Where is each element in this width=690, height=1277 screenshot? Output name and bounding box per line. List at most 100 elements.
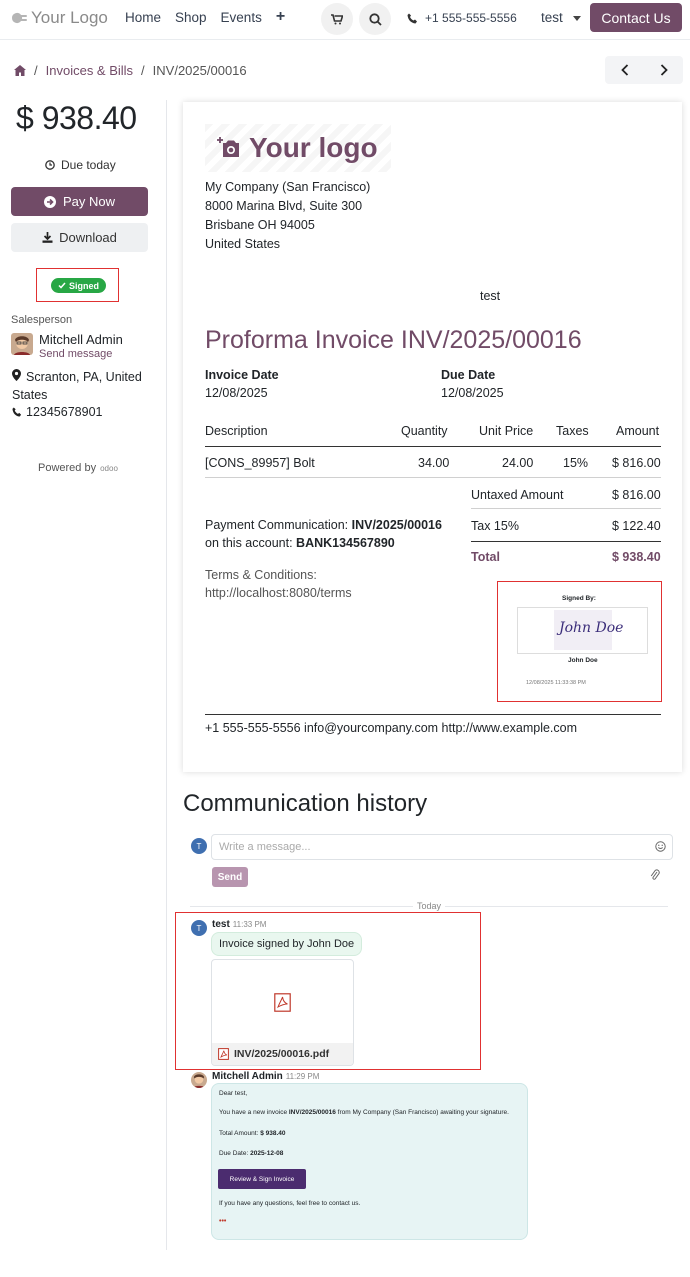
site-logo[interactable]: Your Logo	[10, 8, 108, 28]
invoice-footer: +1 555-555-5556 info@yourcompany.com htt…	[205, 721, 578, 735]
breadcrumb-separator: /	[34, 63, 38, 78]
author-name: Mitchell Admin	[212, 1071, 283, 1082]
tax-value: $ 122.40	[612, 519, 661, 533]
breadcrumb-separator: /	[141, 63, 145, 78]
review-sign-button[interactable]: Review & Sign Invoice	[218, 1169, 306, 1189]
check-icon	[58, 282, 66, 289]
powered-by: Powered by odoo	[38, 462, 118, 474]
breadcrumb-invoices[interactable]: Invoices & Bills	[46, 63, 133, 78]
signed-badge: Signed	[51, 278, 107, 293]
email-total: Total Amount: $ 938.40	[219, 1130, 286, 1137]
due-text: Due today	[61, 158, 116, 172]
pay-now-label: Pay Now	[62, 194, 116, 209]
nav-link-shop[interactable]: Shop	[175, 10, 207, 26]
company-country: United States	[205, 237, 281, 251]
email-line-1: You have a new invoice INV/2025/00016 fr…	[219, 1109, 509, 1116]
email-greeting: Dear test,	[219, 1090, 248, 1097]
due-date: 12/08/2025	[441, 386, 504, 400]
salesperson-avatar	[11, 333, 33, 355]
paperclip-icon[interactable]	[650, 869, 660, 881]
customer-name: test	[480, 289, 501, 303]
subtotal-divider	[471, 508, 661, 509]
pay-now-button[interactable]: Pay Now	[11, 187, 148, 216]
user-name: test	[541, 10, 563, 25]
column-taxes: Taxes	[556, 424, 589, 438]
due-status: Due today	[45, 158, 116, 172]
send-button[interactable]: Send	[212, 867, 248, 887]
breadcrumb-current: INV/2025/00016	[152, 63, 247, 78]
send-message-link[interactable]: Send message	[39, 348, 112, 360]
home-icon[interactable]	[14, 65, 26, 76]
odoo-brand[interactable]: odoo	[100, 464, 118, 473]
cart-button[interactable]	[321, 3, 353, 35]
tax-label: Tax 15%	[471, 519, 519, 533]
email-total-label: Total Amount:	[219, 1130, 259, 1137]
company-street: 8000 Marina Blvd, Suite 300	[205, 199, 363, 213]
previous-button[interactable]	[605, 56, 644, 84]
column-description: Description	[205, 424, 268, 438]
contact-us-button[interactable]: Contact Us	[590, 3, 682, 32]
terms-link[interactable]: http://localhost:8080/terms	[205, 584, 352, 602]
signed-badge-label: Signed	[69, 280, 100, 291]
untaxed-label: Untaxed Amount	[471, 488, 564, 502]
message-author: Mitchell Admin 11:29 PM	[212, 1071, 319, 1082]
email-line-prefix: You have a new invoice	[219, 1109, 288, 1116]
phone-text: 12345678901	[26, 405, 103, 419]
download-button[interactable]: Download	[11, 223, 148, 252]
salesperson-label: Salesperson	[11, 314, 73, 326]
phone-icon	[407, 13, 417, 23]
download-label: Download	[59, 230, 117, 245]
map-marker-icon	[12, 369, 21, 381]
search-icon	[368, 12, 382, 26]
message-time: 11:29 PM	[285, 1072, 320, 1081]
total-label: Total	[471, 550, 500, 564]
total-value: $ 938.40	[612, 550, 661, 564]
chevron-right-icon	[660, 64, 668, 76]
email-invoice-ref: INV/2025/00016	[288, 1109, 336, 1116]
highlight-box	[497, 581, 662, 702]
phone-number: +1 555-555-5556	[425, 11, 517, 25]
column-amount: Amount	[616, 424, 660, 438]
invoice-date: 12/08/2025	[205, 386, 268, 400]
sidebar-divider	[166, 100, 167, 1250]
column-quantity: Quantity	[401, 424, 448, 438]
header-divider	[205, 446, 661, 447]
phone-icon	[12, 407, 22, 417]
powered-by-label: Powered by	[38, 462, 97, 474]
highlight-box	[175, 912, 481, 1070]
logo-text: Your Logo	[31, 8, 108, 27]
nav-link-events[interactable]: Events	[221, 10, 262, 26]
company-city: Brisbane OH 94005	[205, 218, 315, 232]
nav-phone[interactable]: +1 555-555-5556	[407, 11, 517, 25]
address-text: Scranton, PA, United States	[12, 370, 142, 402]
bank-account: BANK134567890	[296, 536, 395, 550]
user-menu[interactable]: test	[541, 10, 581, 25]
nav-link-home[interactable]: Home	[125, 10, 161, 26]
line-description: [CONS_89957] Bolt	[205, 456, 315, 470]
record-pager	[605, 56, 683, 84]
arrow-circle-right-icon	[43, 195, 56, 208]
search-button[interactable]	[359, 3, 391, 35]
caret-down-icon	[572, 15, 581, 21]
top-navbar: Your Logo Home Shop Events + +1 555-555-…	[0, 0, 690, 40]
message-input[interactable]: Write a message...	[211, 834, 673, 860]
salesperson-address: Scranton, PA, United States	[12, 368, 162, 404]
add-page-icon[interactable]: +	[276, 8, 285, 26]
chevron-left-icon	[620, 64, 628, 76]
terms-conditions: Terms & Conditions: http://localhost:808…	[205, 566, 352, 602]
breadcrumb: / Invoices & Bills / INV/2025/00016	[14, 63, 247, 78]
invoice-title: Proforma Invoice INV/2025/00016	[205, 326, 582, 354]
company-name: My Company (San Francisco)	[205, 180, 371, 194]
amount-due: $ 938.40	[16, 100, 137, 136]
salesperson-phone: 12345678901	[12, 405, 102, 419]
untaxed-value: $ 816.00	[612, 488, 661, 502]
emoji-icon[interactable]	[655, 841, 666, 852]
payment-comm-ref: INV/2025/00016	[351, 518, 442, 532]
logo-placeholder-text: Your logo	[249, 132, 378, 163]
account-label: on this account:	[205, 536, 293, 550]
due-date-label: Due Date	[441, 368, 496, 382]
next-button[interactable]	[644, 56, 683, 84]
line-amount: $ 816.00	[612, 456, 661, 470]
download-icon	[42, 232, 53, 243]
more-options-icon[interactable]: •••	[219, 1218, 226, 1225]
